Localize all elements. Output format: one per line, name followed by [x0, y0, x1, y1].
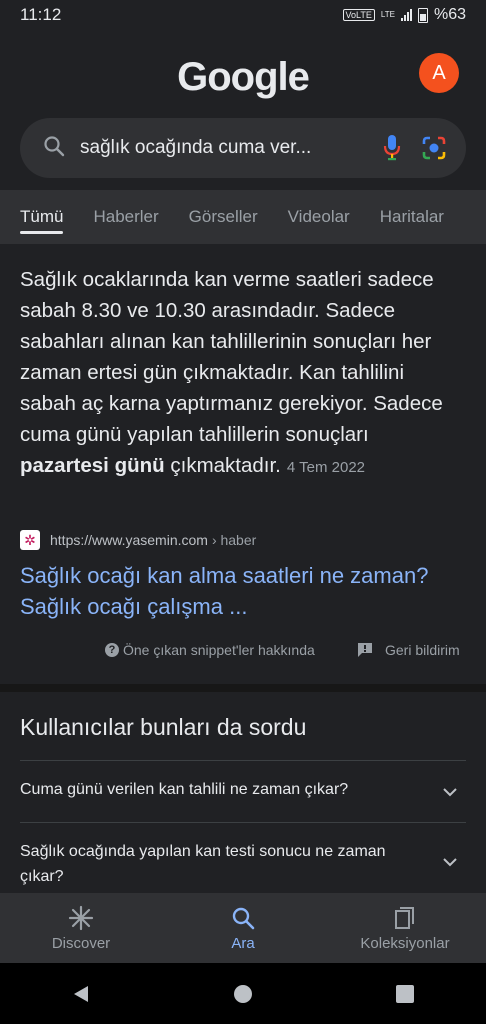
- source-url[interactable]: https://www.yasemin.com: [50, 532, 208, 548]
- search-icon: [42, 134, 66, 163]
- feedback-label: Geri bildirim: [385, 642, 460, 658]
- tab-videos[interactable]: Videolar: [288, 190, 350, 244]
- snippet-text-start: Sağlık ocaklarında kan verme saatleri sa…: [20, 268, 443, 446]
- featured-snippet: Sağlık ocaklarında kan verme saatleri sa…: [0, 244, 486, 684]
- nav-discover-label: Discover: [51, 934, 111, 952]
- voice-search-icon[interactable]: [378, 134, 406, 162]
- back-icon[interactable]: [71, 984, 91, 1004]
- feedback-icon: [357, 642, 373, 658]
- nav-collections-label: Koleksiyonlar: [360, 934, 450, 952]
- snippet-date: 4 Tem 2022: [286, 459, 366, 476]
- people-also-ask: Kullanıcılar bunları da sordu Cuma günü …: [0, 692, 486, 892]
- google-logo: Google: [177, 55, 310, 99]
- section-divider: [0, 684, 486, 692]
- paa-question[interactable]: Sağlık ocağında yapılan kan testi sonucu…: [20, 839, 420, 889]
- nav-search-label: Ara: [231, 934, 255, 952]
- tab-images[interactable]: Görseller: [189, 190, 258, 244]
- nav-search[interactable]: Ara: [173, 905, 313, 952]
- lte-label: LTE: [380, 10, 395, 19]
- discover-asterisk-icon: [68, 905, 94, 930]
- tab-all[interactable]: Tümü: [20, 190, 64, 244]
- search-box[interactable]: sağlık ocağında cuma ver...: [20, 118, 466, 178]
- status-time: 11:12: [20, 5, 62, 24]
- tab-maps[interactable]: Haritalar: [380, 190, 444, 244]
- volte-badge: VoLTE: [342, 9, 375, 21]
- collections-bookmark-icon: [395, 906, 414, 929]
- snippet-text: Sağlık ocaklarında kan verme saatleri sa…: [20, 264, 460, 483]
- bottom-navigation: Discover Ara Koleksiyonlar: [0, 893, 486, 963]
- snippet-bold-text: pazartesi günü: [20, 454, 165, 477]
- system-navigation-bar: [0, 963, 486, 1024]
- paa-question[interactable]: Cuma günü verilen kan tahlili ne zaman ç…: [20, 781, 420, 799]
- source-path: › haber: [211, 532, 257, 548]
- signal-icon: [400, 9, 412, 21]
- chevron-down-icon[interactable]: [440, 852, 460, 872]
- search-tabs: Tümü Haberler Görseller Videolar Harital…: [0, 190, 486, 244]
- about-snippets-link[interactable]: ? Öne çıkan snippet'ler hakkında: [105, 642, 315, 658]
- result-title-link[interactable]: Sağlık ocağı kan alma saatleri ne zaman?…: [20, 560, 460, 622]
- tab-news[interactable]: Haberler: [93, 190, 158, 244]
- nav-collections[interactable]: Koleksiyonlar: [335, 905, 475, 952]
- paa-divider: [20, 822, 466, 823]
- site-favicon-icon: ✲: [20, 530, 40, 550]
- paa-title: Kullanıcılar bunları da sordu: [20, 714, 307, 740]
- chevron-down-icon[interactable]: [440, 782, 460, 802]
- result-source[interactable]: ✲ https://www.yasemin.com › haber: [20, 530, 256, 550]
- paa-divider: [20, 760, 466, 761]
- help-icon: ?: [105, 643, 119, 657]
- battery-level: %63: [433, 6, 466, 23]
- account-avatar[interactable]: A: [419, 53, 459, 93]
- feedback-link[interactable]: Geri bildirim: [357, 642, 460, 658]
- status-bar: 11:12 VoLTE LTE %63: [0, 0, 486, 30]
- status-icons: VoLTE LTE %63: [342, 6, 466, 24]
- search-input[interactable]: sağlık ocağında cuma ver...: [80, 137, 364, 159]
- snippet-meta: ? Öne çıkan snippet'ler hakkında Geri bi…: [0, 642, 486, 666]
- recents-icon[interactable]: [395, 984, 415, 1004]
- search-icon: [232, 907, 255, 929]
- nav-discover[interactable]: Discover: [11, 905, 151, 952]
- snippet-text-end: çıkmaktadır.: [164, 454, 281, 477]
- camera-lens-icon[interactable]: [420, 134, 448, 162]
- home-icon[interactable]: [233, 984, 253, 1004]
- battery-icon: [417, 7, 428, 23]
- about-snippets-label: Öne çıkan snippet'ler hakkında: [123, 642, 315, 658]
